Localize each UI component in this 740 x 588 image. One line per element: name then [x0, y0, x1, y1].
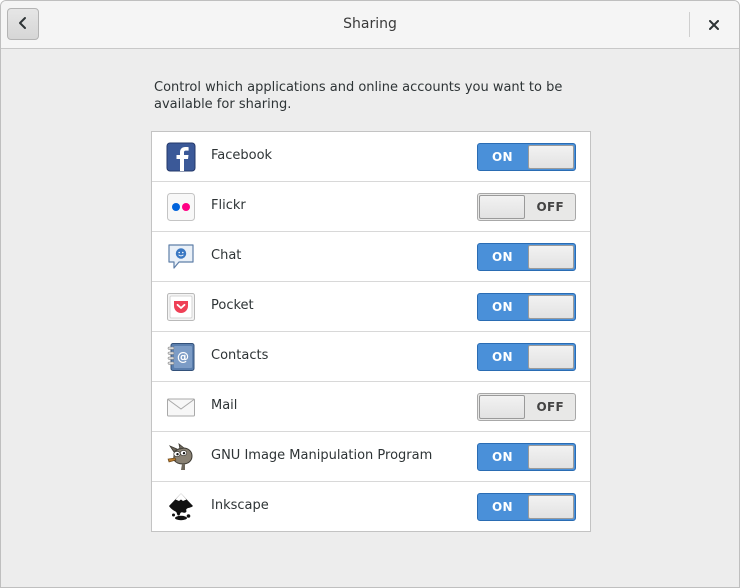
pocket-icon	[166, 292, 196, 322]
title-bar: Sharing	[1, 1, 739, 49]
chat-toggle[interactable]: ON	[477, 243, 576, 271]
app-name: Flickr	[211, 198, 246, 213]
toggle-knob	[528, 295, 574, 319]
toggle-knob	[479, 395, 525, 419]
chat-icon	[166, 242, 196, 272]
mail-icon	[166, 392, 196, 422]
contacts-toggle[interactable]: ON	[477, 343, 576, 371]
toggle-knob	[528, 345, 574, 369]
toggle-state: ON	[492, 500, 513, 514]
close-button[interactable]	[703, 13, 725, 35]
gimp-icon	[166, 442, 196, 472]
app-list: Facebook ON Flickr OFF Chat ON Pocket ON…	[151, 131, 591, 532]
app-name: Chat	[211, 248, 242, 263]
window-title: Sharing	[343, 16, 397, 32]
app-name: GNU Image Manipulation Program	[211, 448, 433, 463]
app-name: Facebook	[211, 148, 273, 163]
contacts-icon: @	[166, 342, 196, 372]
toggle-state: ON	[492, 350, 513, 364]
list-item-mail: Mail OFF	[152, 382, 590, 432]
inkscape-icon	[166, 492, 196, 522]
flickr-icon	[166, 192, 196, 222]
inkscape-toggle[interactable]: ON	[477, 493, 576, 521]
mail-toggle[interactable]: OFF	[477, 393, 576, 421]
toggle-state: OFF	[536, 400, 564, 414]
titlebar-separator	[689, 12, 690, 37]
facebook-toggle[interactable]: ON	[477, 143, 576, 171]
app-name: Pocket	[211, 298, 254, 313]
close-icon	[709, 15, 719, 34]
toggle-knob	[528, 495, 574, 519]
toggle-state: ON	[492, 250, 513, 264]
list-item-flickr: Flickr OFF	[152, 182, 590, 232]
app-name: Inkscape	[211, 498, 269, 513]
app-name: Contacts	[211, 348, 269, 363]
list-item-gimp: GNU Image Manipulation Program ON	[152, 432, 590, 482]
list-item-contacts: @ Contacts ON	[152, 332, 590, 382]
facebook-icon	[166, 142, 196, 172]
list-item-facebook: Facebook ON	[152, 132, 590, 182]
gimp-toggle[interactable]: ON	[477, 443, 576, 471]
app-name: Mail	[211, 398, 238, 413]
flickr-toggle[interactable]: OFF	[477, 193, 576, 221]
list-item-inkscape: Inkscape ON	[152, 482, 590, 531]
toggle-state: ON	[492, 450, 513, 464]
toggle-knob	[528, 445, 574, 469]
toggle-state: ON	[492, 150, 513, 164]
toggle-knob	[528, 145, 574, 169]
sharing-description: Control which applications and online ac…	[154, 80, 563, 112]
svg-text:@: @	[177, 350, 189, 364]
list-item-chat: Chat ON	[152, 232, 590, 282]
list-item-pocket: Pocket ON	[152, 282, 590, 332]
toggle-state: OFF	[536, 200, 564, 214]
sharing-dialog: Sharing Control which applications and o…	[0, 0, 740, 588]
pocket-toggle[interactable]: ON	[477, 293, 576, 321]
toggle-knob	[479, 195, 525, 219]
toggle-knob	[528, 245, 574, 269]
toggle-state: ON	[492, 300, 513, 314]
